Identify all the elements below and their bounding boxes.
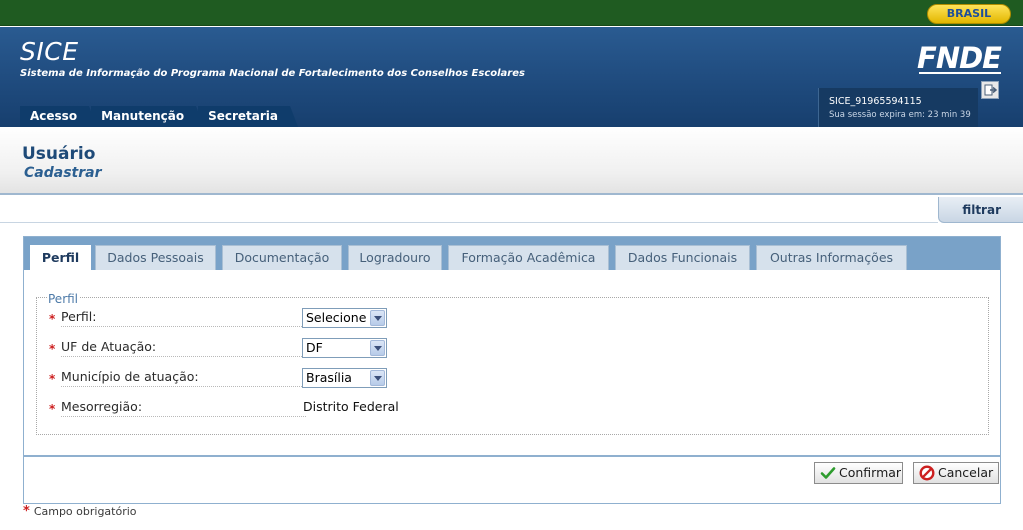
- required-footnote-text: Campo obrigatório: [33, 505, 137, 518]
- perfil-select-value: Selecione: [306, 310, 367, 325]
- mesorregiao-label: Mesorregião:: [61, 398, 306, 417]
- gov-bar: BRASIL: [0, 0, 1023, 26]
- confirm-button-label: Confirmar: [839, 465, 902, 480]
- session-expire-text: Sua sessão expira em: 23 min 39: [829, 110, 971, 120]
- perfil-row: * Perfil: Selecione: [37, 308, 990, 330]
- municipio-select[interactable]: Brasília: [302, 368, 387, 388]
- filter-divider: [0, 222, 938, 223]
- logout-button[interactable]: [981, 81, 999, 99]
- page-title: Usuário: [22, 144, 96, 164]
- menu-item-manutencao[interactable]: Manutenção: [91, 106, 205, 127]
- tab-perfil[interactable]: Perfil: [30, 245, 91, 271]
- uf-select[interactable]: DF: [302, 338, 387, 358]
- form-panel: Perfil Dados Pessoais Documentação Logra…: [23, 236, 1001, 504]
- perfil-select[interactable]: Selecione: [302, 308, 387, 328]
- fnde-logo: FNDE: [917, 41, 1002, 75]
- uf-select-value: DF: [306, 340, 323, 355]
- required-marker: *: [49, 372, 56, 386]
- cancel-button[interactable]: Cancelar: [913, 462, 999, 484]
- panel-divider: [24, 455, 1000, 457]
- main-menu: Acesso Manutenção Secretaria: [20, 106, 298, 127]
- session-user: SICE_91965594115: [829, 96, 922, 107]
- logout-icon: [984, 84, 998, 96]
- app-title: SICE: [20, 37, 79, 66]
- cancel-button-label: Cancelar: [938, 465, 994, 480]
- uf-label: UF de Atuação:: [61, 338, 306, 357]
- app-subtitle: Sistema de Informação do Programa Nacion…: [20, 68, 525, 79]
- uf-row: * UF de Atuação: DF: [37, 338, 990, 360]
- confirm-button[interactable]: Confirmar: [814, 462, 903, 484]
- fieldset-legend: Perfil: [47, 292, 80, 306]
- menu-item-acesso[interactable]: Acesso: [20, 106, 98, 127]
- required-marker: *: [49, 312, 56, 326]
- session-info: SICE_91965594115 Sua sessão expira em: 2…: [818, 88, 978, 127]
- perfil-label: Perfil:: [61, 308, 306, 327]
- menu-item-secretaria[interactable]: Secretaria: [198, 106, 298, 127]
- tab-bar: Perfil Dados Pessoais Documentação Logra…: [24, 237, 1000, 271]
- app-header: SICE Sistema de Informação do Programa N…: [0, 27, 1023, 127]
- municipio-select-value: Brasília: [306, 370, 352, 385]
- filter-button[interactable]: filtrar: [938, 197, 1023, 223]
- chevron-down-icon[interactable]: [370, 340, 385, 356]
- required-marker: *: [49, 402, 56, 416]
- required-footnote: * Campo obrigatório: [23, 504, 137, 519]
- municipio-row: * Município de atuação: Brasília: [37, 368, 990, 390]
- required-marker: *: [23, 504, 30, 519]
- required-marker: *: [49, 342, 56, 356]
- perfil-fieldset: Perfil * Perfil: Selecione * UF de Atuaç…: [36, 292, 990, 435]
- tab-formacao-academica[interactable]: Formação Acadêmica: [448, 245, 609, 270]
- page-title-band: Usuário Cadastrar: [0, 127, 1023, 195]
- tab-dados-funcionais[interactable]: Dados Funcionais: [615, 245, 750, 270]
- mesorregiao-value: Distrito Federal: [303, 399, 399, 414]
- tab-documentacao[interactable]: Documentação: [222, 245, 342, 270]
- check-icon: [820, 467, 836, 479]
- tab-dados-pessoais[interactable]: Dados Pessoais: [95, 245, 216, 270]
- brasil-badge[interactable]: BRASIL: [927, 4, 1011, 24]
- municipio-label: Município de atuação:: [61, 368, 306, 387]
- tab-logradouro[interactable]: Logradouro: [348, 245, 442, 270]
- tab-outras-informacoes[interactable]: Outras Informações: [756, 245, 907, 270]
- mesorregiao-row: * Mesorregião: Distrito Federal: [37, 398, 990, 420]
- cancel-icon: [919, 465, 935, 481]
- page-subtitle: Cadastrar: [24, 165, 102, 181]
- chevron-down-icon[interactable]: [370, 310, 385, 326]
- chevron-down-icon[interactable]: [370, 370, 385, 386]
